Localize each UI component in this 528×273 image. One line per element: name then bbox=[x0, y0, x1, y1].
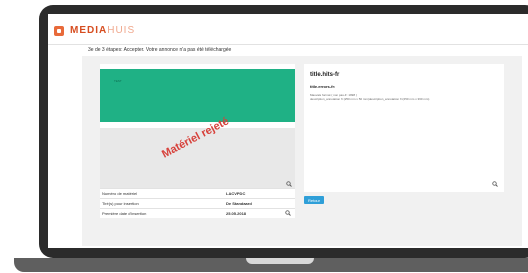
logo-bold: MEDIA bbox=[70, 25, 108, 36]
ad-preview-label: TEST bbox=[114, 79, 122, 83]
step-status: 3e de 3 étapes: Accepter. Votre annonce … bbox=[88, 47, 232, 53]
logo-text: MEDIAHUIS bbox=[70, 25, 135, 36]
table-row: Numéro de matériel LACVPDC bbox=[100, 188, 295, 198]
logo[interactable]: MEDIAHUIS bbox=[54, 25, 135, 36]
detail-label: Première date d'insertion bbox=[102, 211, 147, 216]
logo-icon bbox=[54, 25, 64, 36]
header-divider bbox=[48, 44, 528, 45]
zoom-date-icon[interactable] bbox=[285, 210, 291, 216]
detail-label: Tiré(s) pour insertion bbox=[102, 201, 139, 206]
error-line: description_annotation fr:(250 mm x 50 m… bbox=[310, 97, 430, 101]
ad-preview[interactable]: TEST bbox=[100, 69, 295, 122]
zoom-preview-icon[interactable] bbox=[286, 181, 292, 187]
laptop-notch bbox=[246, 258, 314, 264]
errors-subtitle: title.errors-fr: bbox=[310, 84, 336, 89]
table-row: Tiré(s) pour insertion De Standaard bbox=[100, 198, 295, 208]
details-table: Numéro de matériel LACVPDC Tiré(s) pour … bbox=[100, 188, 295, 218]
detail-value: LACVPDC bbox=[226, 191, 246, 196]
logo-light: HUIS bbox=[107, 25, 136, 36]
detail-value: De Standaard bbox=[226, 201, 252, 206]
app-screen: MEDIAHUIS 3e de 3 étapes: Accepter. Votr… bbox=[48, 14, 528, 248]
zoom-errors-icon[interactable] bbox=[492, 181, 498, 187]
errors-panel: title.hits-fr title.errors-fr: Mauvais f… bbox=[304, 64, 504, 192]
content-area: TEST Matériel rejeté Numéro de matériel … bbox=[82, 56, 522, 246]
detail-value: 25.05.2018 bbox=[226, 211, 247, 216]
errors-title: title.hits-fr bbox=[310, 72, 340, 78]
detail-label: Numéro de matériel bbox=[102, 191, 138, 196]
retour-button[interactable]: Retour bbox=[304, 196, 324, 204]
table-row: Première date d'insertion 25.05.2018 bbox=[100, 208, 295, 218]
